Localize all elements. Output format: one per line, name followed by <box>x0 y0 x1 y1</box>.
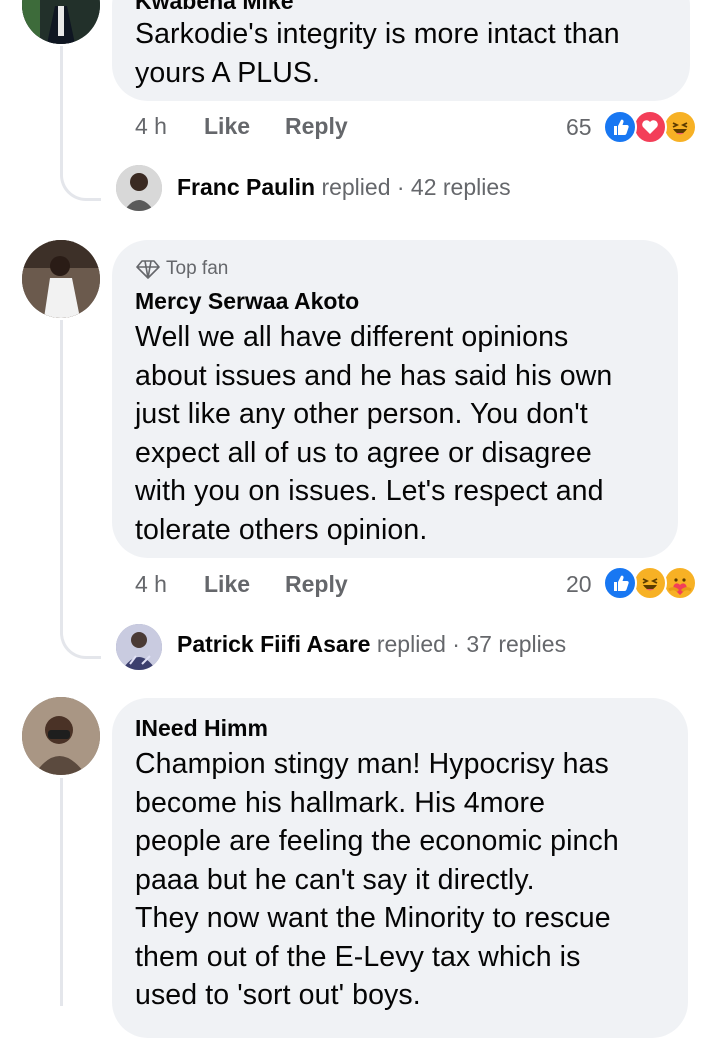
reply-author[interactable]: Patrick Fiifi Asare <box>177 631 370 657</box>
comment-author[interactable]: INeed Himm <box>135 715 268 742</box>
avatar-photo <box>22 697 100 775</box>
avatar-photo <box>116 165 162 211</box>
comment-time[interactable]: 4 h <box>135 113 167 140</box>
love-icon <box>633 110 667 144</box>
comment-text: Sarkodie's integrity is more intact than… <box>135 18 620 89</box>
comment-author[interactable]: Mercy Serwaa Akoto <box>135 288 359 315</box>
top-fan-badge: Top fan <box>136 258 228 280</box>
reply-button[interactable]: Reply <box>285 571 348 598</box>
reaction-count[interactable]: 20 <box>566 571 592 598</box>
thread-line <box>60 320 63 605</box>
reply-count: · 42 replies <box>396 174 511 200</box>
avatar-photo <box>116 624 162 670</box>
thread-line <box>60 46 63 146</box>
like-button[interactable]: Like <box>204 113 250 140</box>
reaction-icons[interactable] <box>603 566 699 600</box>
reply-verb: replied <box>321 174 391 200</box>
avatar[interactable] <box>116 165 162 211</box>
avatar[interactable] <box>116 624 162 670</box>
thread-elbow <box>60 140 101 201</box>
top-fan-label: Top fan <box>166 258 229 279</box>
care-icon <box>663 566 697 600</box>
reaction-count[interactable]: 65 <box>566 114 592 141</box>
view-replies-link[interactable]: Patrick Fiifi Asare replied · 37 replies <box>177 631 566 658</box>
avatar-photo <box>22 240 100 318</box>
reply-count: · 37 replies <box>452 631 567 657</box>
like-icon <box>603 566 637 600</box>
avatar-photo <box>22 0 100 44</box>
haha-icon <box>663 110 697 144</box>
reply-verb: replied <box>376 631 446 657</box>
thread-elbow <box>60 598 101 659</box>
comment-text: Champion stingy man! Hypocrisy has becom… <box>135 748 619 1011</box>
avatar[interactable] <box>22 0 100 44</box>
comment-author[interactable]: Kwabena Mike <box>135 0 294 15</box>
diamond-icon <box>136 260 160 279</box>
avatar[interactable] <box>22 240 100 318</box>
comment-time[interactable]: 4 h <box>135 571 167 598</box>
avatar[interactable] <box>22 697 100 775</box>
thread-line <box>60 778 63 1006</box>
like-button[interactable]: Like <box>204 571 250 598</box>
comment-text: Well we all have different opinions abou… <box>135 321 613 546</box>
reply-button[interactable]: Reply <box>285 113 348 140</box>
like-icon <box>603 110 637 144</box>
view-replies-link[interactable]: Franc Paulin replied · 42 replies <box>177 174 511 201</box>
reply-author[interactable]: Franc Paulin <box>177 174 315 200</box>
reaction-icons[interactable] <box>603 110 699 144</box>
haha-icon <box>633 566 667 600</box>
